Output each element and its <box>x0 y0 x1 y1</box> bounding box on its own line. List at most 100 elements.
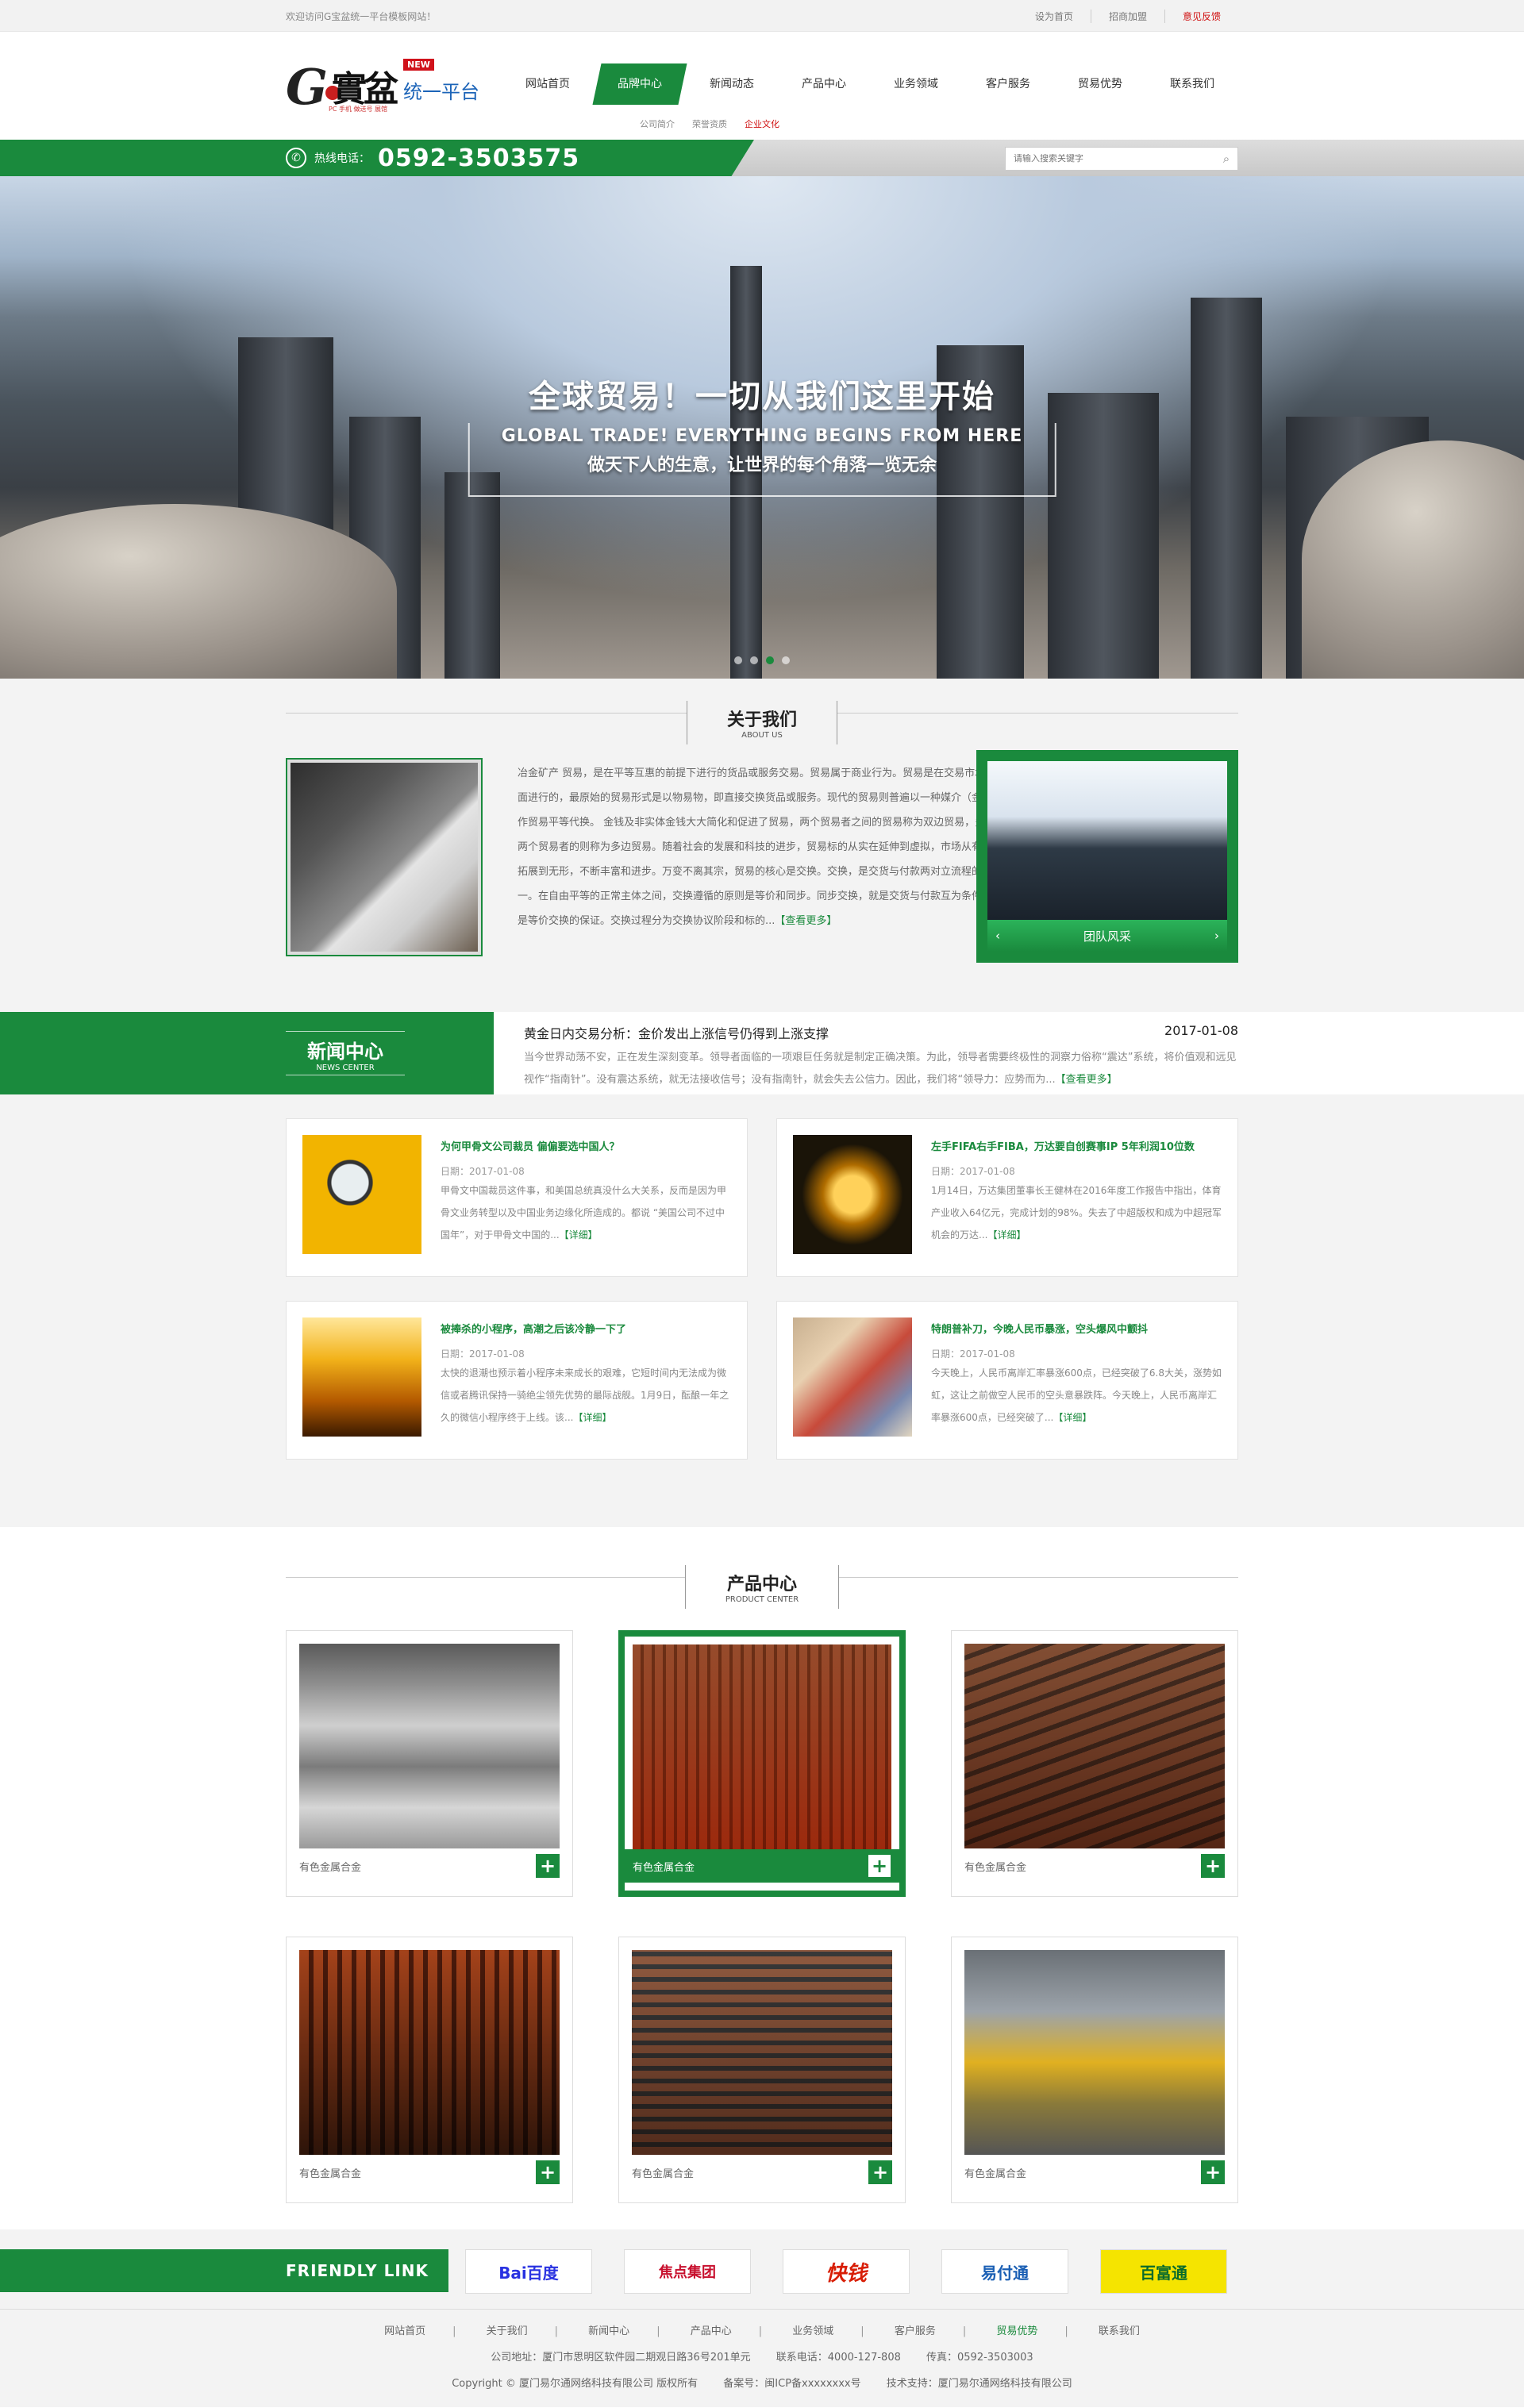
nav-business[interactable]: 业务领域 <box>870 63 962 105</box>
about-title-en: ABOUT US <box>741 731 783 740</box>
set-homepage-link[interactable]: 设为首页 <box>1018 10 1091 23</box>
plus-icon[interactable]: + <box>536 1854 560 1878</box>
footer-link-business[interactable]: 业务领域 <box>765 2325 860 2337</box>
footer-copyright: Copyright © 厦门易尔通网络科技有限公司 版权所有 <box>452 2378 698 2390</box>
subnav-culture[interactable]: 企业文化 <box>745 117 779 130</box>
headline-news: 黄金日内交易分析：金价发出上涨信号仍得到上涨支撑 2017-01-08 当今世界… <box>524 1023 1238 1091</box>
headline-desc: 当今世界动荡不安，正在发生深刻变革。领导者面临的一项艰巨任务就是制定正确决策。为… <box>524 1052 1237 1086</box>
product-card[interactable]: 有色金属合金 + <box>286 1937 573 2203</box>
products-section: 产品中心 PRODUCT CENTER 有色金属合金 + 有色金属合金 + 有色金属… <box>0 1527 1524 2229</box>
plus-icon[interactable]: + <box>1201 2160 1225 2184</box>
sub-nav: 公司简介 荣誉资质 企业文化 <box>640 117 797 130</box>
prev-arrow-icon[interactable]: ‹ <box>995 929 1000 943</box>
news-thumbnail <box>793 1317 912 1437</box>
next-arrow-icon[interactable]: › <box>1214 929 1219 943</box>
baidu-logo-link[interactable]: Bai百度 <box>465 2249 592 2294</box>
product-image <box>633 1644 891 1849</box>
focus-group-logo-link[interactable]: 焦点集团 <box>624 2249 751 2294</box>
top-bar: 欢迎访问G宝盆统一平台模板网站！ 设为首页 招商加盟 意见反馈 <box>0 0 1524 32</box>
nav-advantage[interactable]: 贸易优势 <box>1054 63 1146 105</box>
news-detail-link[interactable]: 【详细】 <box>1053 1412 1091 1423</box>
hotline: ✆ 热线电话： 0592-3503575 <box>286 140 579 176</box>
news-thumbnail <box>302 1135 421 1254</box>
news-desc: 甲骨文中国裁员这件事，和美国总统真没什么大关系，反而是因为甲骨文业务转型以及中国… <box>441 1185 727 1241</box>
baifutong-logo-link[interactable]: 百富通 <box>1100 2249 1227 2294</box>
search-input[interactable] <box>1006 154 1215 163</box>
banner-slogan: 做天下人的生意，让世界的每个角落一览无余 <box>587 456 937 475</box>
search-box: ⌕ <box>1005 147 1238 171</box>
banner-dot[interactable] <box>750 656 758 664</box>
team-caption: 团队风采 <box>1083 929 1131 944</box>
footer: 网站首页 | 关于我们 | 新闻中心 | 产品中心 | 业务领域 | 客户服务 | 贸易优势… <box>0 2309 1524 2407</box>
product-label: 有色金属合金 <box>633 1861 695 1874</box>
yifutong-logo-link[interactable]: 易付通 <box>941 2249 1068 2294</box>
news-detail-link[interactable]: 【详细】 <box>573 1412 611 1423</box>
product-label: 有色金属合金 <box>964 1861 1027 1874</box>
footer-link-about[interactable]: 关于我们 <box>460 2325 555 2337</box>
site-logo[interactable]: G 實盆 NEW 统一平台 PC 手机 做送号 展馆 <box>286 56 492 119</box>
news-card[interactable]: 被捧杀的小程序，高潮之后该冷静一下了 日期：2017-01-08 太快的退潮也预… <box>286 1301 748 1460</box>
logo-subtitle: PC 手机 做送号 展馆 <box>329 106 388 113</box>
subnav-honors[interactable]: 荣誉资质 <box>692 117 727 130</box>
news-card[interactable]: 左手FIFA右手FIBA，万达要自创赛事IP 5年利润10位数 日期：2017-… <box>776 1118 1238 1277</box>
friendly-links-title: FRIENDLY LINK <box>286 2261 429 2280</box>
plus-icon[interactable]: + <box>1201 1854 1225 1878</box>
product-card-active[interactable]: 有色金属合金 + <box>618 1630 906 1897</box>
product-label: 有色金属合金 <box>299 1861 362 1874</box>
footer-link-news[interactable]: 新闻中心 <box>561 2325 656 2337</box>
footer-link-advantage[interactable]: 贸易优势 <box>969 2325 1064 2337</box>
hero-banner: 全球贸易！一切从我们这里开始 GLOBAL TRADE! EVERYTHING … <box>0 176 1524 679</box>
news-title[interactable]: 特朗普补刀，今晚人民币暴涨，空头爆风中颤抖 <box>931 1321 1222 1336</box>
footer-fax: 传真：0592-3503003 <box>926 2352 1033 2364</box>
banner-dot-active[interactable] <box>766 656 774 664</box>
main-nav: 网站首页 品牌中心 新闻动态 产品中心 业务领域 客户服务 贸易优势 联系我们 <box>502 63 1238 105</box>
about-more-link[interactable]: 【查看更多】 <box>775 915 837 927</box>
footer-link-contact[interactable]: 联系我们 <box>1072 2325 1167 2337</box>
news-detail-link[interactable]: 【详细】 <box>560 1229 598 1241</box>
news-title[interactable]: 被捧杀的小程序，高潮之后该冷静一下了 <box>441 1321 731 1336</box>
product-card[interactable]: 有色金属合金 + <box>618 1937 906 2203</box>
headline-more-link[interactable]: 【查看更多】 <box>1056 1074 1118 1086</box>
top-links: 设为首页 招商加盟 意见反馈 <box>1018 9 1238 23</box>
banner-dot[interactable] <box>734 656 742 664</box>
headline-title[interactable]: 黄金日内交易分析：金价发出上涨信号仍得到上涨支撑 <box>524 1023 829 1042</box>
subnav-profile[interactable]: 公司简介 <box>640 117 675 130</box>
banner-dot[interactable] <box>782 656 790 664</box>
nav-service[interactable]: 客户服务 <box>962 63 1054 105</box>
news-headline-bar: 新闻中心 NEWS CENTER 黄金日内交易分析：金价发出上涨信号仍得到上涨支… <box>0 1012 1524 1094</box>
banner-english: GLOBAL TRADE! EVERYTHING BEGINS FROM HER… <box>501 426 1023 446</box>
news-desc: 太快的退潮也预示着小程序未来成长的艰难，它短时间内无法成为微信或者腾讯保持一骑绝… <box>441 1367 729 1423</box>
product-card[interactable]: 有色金属合金 + <box>286 1630 573 1897</box>
search-icon[interactable]: ⌕ <box>1215 148 1237 170</box>
news-detail-link[interactable]: 【详细】 <box>987 1229 1026 1241</box>
99bill-logo-link[interactable]: 快钱 <box>783 2249 910 2294</box>
news-grid: 为何甲骨文公司裁员 偏偏要选中国人？ 日期：2017-01-08 甲骨文中国裁员… <box>0 1094 1524 1527</box>
product-card[interactable]: 有色金属合金 + <box>951 1937 1238 2203</box>
feedback-link[interactable]: 意见反馈 <box>1164 9 1238 23</box>
nav-home[interactable]: 网站首页 <box>502 63 594 105</box>
nav-products[interactable]: 产品中心 <box>778 63 870 105</box>
plus-icon[interactable]: + <box>536 2160 560 2184</box>
news-thumbnail <box>793 1135 912 1254</box>
plus-icon[interactable]: + <box>868 1854 891 1878</box>
footer-link-products[interactable]: 产品中心 <box>664 2325 759 2337</box>
product-label: 有色金属合金 <box>299 2168 362 2180</box>
footer-link-service[interactable]: 客户服务 <box>868 2325 963 2337</box>
news-date: 日期：2017-01-08 <box>931 1348 1015 1360</box>
nav-news[interactable]: 新闻动态 <box>686 63 778 105</box>
news-title[interactable]: 为何甲骨文公司裁员 偏偏要选中国人？ <box>441 1138 731 1153</box>
news-title[interactable]: 左手FIFA右手FIBA，万达要自创赛事IP 5年利润10位数 <box>931 1138 1222 1153</box>
join-link[interactable]: 招商加盟 <box>1090 9 1164 23</box>
nav-contact[interactable]: 联系我们 <box>1146 63 1238 105</box>
footer-link-home[interactable]: 网站首页 <box>357 2325 452 2337</box>
product-card[interactable]: 有色金属合金 + <box>951 1630 1238 1897</box>
plus-icon[interactable]: + <box>868 2160 892 2184</box>
news-card[interactable]: 为何甲骨文公司裁员 偏偏要选中国人？ 日期：2017-01-08 甲骨文中国裁员… <box>286 1118 748 1277</box>
news-date: 日期：2017-01-08 <box>441 1348 525 1360</box>
footer-tel: 联系电话：4000-127-808 <box>775 2352 901 2364</box>
nav-brand-center[interactable]: 品牌中心 <box>594 63 686 105</box>
footer-icp: 备案号：闽ICP备xxxxxxxx号 <box>723 2378 861 2390</box>
product-image <box>299 1950 560 2155</box>
news-card[interactable]: 特朗普补刀，今晚人民币暴涨，空头爆风中颤抖 日期：2017-01-08 今天晚上… <box>776 1301 1238 1460</box>
team-photo <box>987 761 1227 920</box>
